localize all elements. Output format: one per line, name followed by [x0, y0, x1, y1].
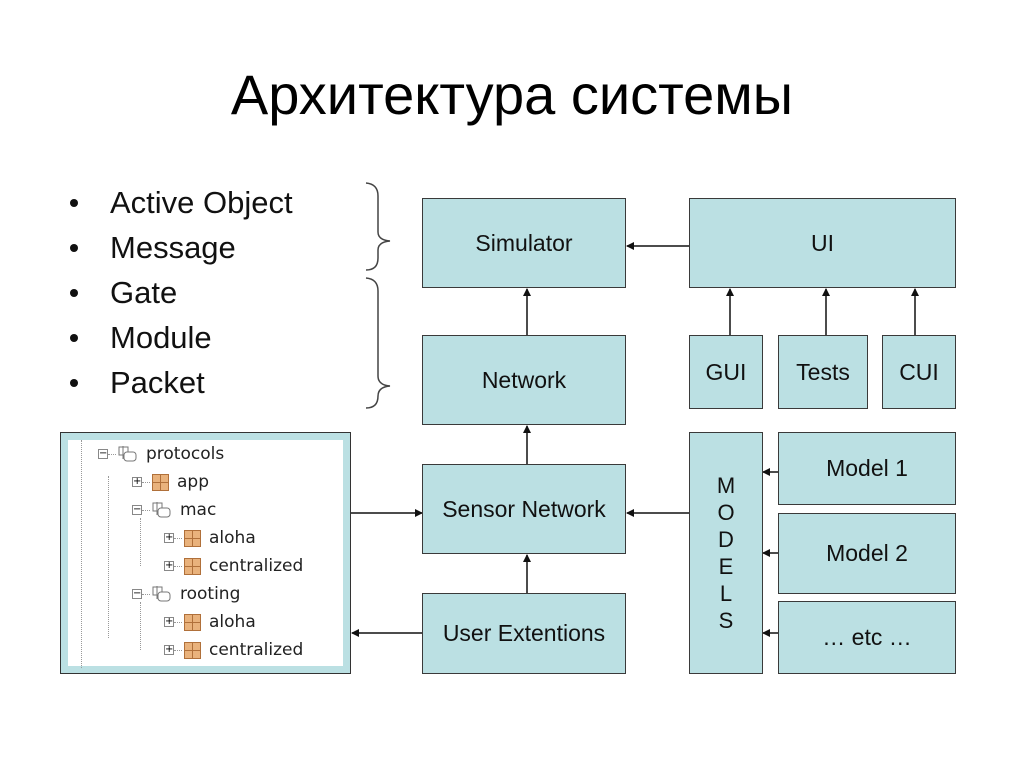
network-label: Network — [481, 366, 567, 393]
models-letter: L — [719, 581, 733, 606]
model2-label: Model 2 — [826, 540, 908, 566]
models-letter: M — [716, 473, 736, 498]
tree-node-label: centralized — [209, 640, 304, 660]
package-icon — [152, 585, 172, 603]
module-icon — [184, 529, 201, 547]
models-letter: S — [718, 608, 734, 633]
sensor-network-label: Sensor Network — [442, 495, 606, 522]
models-letter: D — [718, 527, 734, 552]
expand-icon[interactable]: + — [164, 561, 174, 571]
tree-node[interactable]: − mac — [132, 498, 216, 522]
tree-node[interactable]: + aloha — [164, 526, 256, 550]
tree-node-label: aloha — [209, 612, 256, 632]
package-icon — [118, 445, 138, 463]
collapse-icon[interactable]: − — [98, 449, 108, 459]
tree-node-label: app — [177, 472, 209, 492]
collapse-icon[interactable]: − — [132, 505, 142, 515]
ui-box: UI — [689, 198, 956, 288]
tree-connector — [174, 537, 182, 539]
tree-node-label: aloha — [209, 528, 256, 548]
collapse-icon[interactable]: − — [132, 589, 142, 599]
tree-connector — [174, 649, 182, 651]
brace-bottom — [365, 277, 391, 409]
etc-box: … etc … — [778, 601, 956, 674]
tree-node-label: rooting — [180, 584, 241, 604]
tree-connector — [142, 509, 150, 511]
sensor-network-box: Sensor Network — [422, 464, 626, 554]
model1-box: Model 1 — [778, 432, 956, 505]
tests-label: Tests — [796, 358, 850, 385]
module-tree-panel: − protocols + app − mac + aloha + centralized − roo… — [60, 432, 351, 674]
tree-node[interactable]: − protocols — [98, 442, 224, 466]
tree-guide — [81, 440, 82, 668]
module-icon — [152, 473, 169, 491]
tree-connector — [174, 565, 182, 567]
tests-box: Tests — [778, 335, 868, 409]
tree-guide — [140, 602, 141, 650]
tree-connector — [174, 621, 182, 623]
tree-node-label: protocols — [146, 444, 225, 464]
models-box: M O D E L S — [689, 432, 763, 674]
etc-label: … etc … — [822, 624, 912, 650]
tree-connector — [142, 481, 150, 483]
models-letter: E — [718, 554, 734, 579]
tree-connector — [108, 453, 116, 455]
cui-box: CUI — [882, 335, 956, 409]
expand-icon[interactable]: + — [164, 645, 174, 655]
tree-node[interactable]: + centralized — [164, 638, 303, 662]
model1-label: Model 1 — [826, 455, 908, 481]
ui-label: UI — [811, 229, 834, 256]
module-tree: − protocols + app − mac + aloha + centralized − roo… — [68, 440, 343, 668]
module-icon — [184, 613, 201, 631]
cui-label: CUI — [899, 358, 939, 385]
tree-node-label: centralized — [209, 556, 304, 576]
simulator-box: Simulator — [422, 198, 626, 288]
brace-top — [365, 182, 391, 271]
tree-node[interactable]: − rooting — [132, 582, 240, 606]
expand-icon[interactable]: + — [164, 533, 174, 543]
tree-node[interactable]: + centralized — [164, 554, 303, 578]
module-icon — [184, 557, 201, 575]
expand-icon[interactable]: + — [164, 617, 174, 627]
user-extentions-box: User Extentions — [422, 593, 626, 674]
simulator-label: Simulator — [475, 229, 573, 256]
module-icon — [184, 641, 201, 659]
model2-box: Model 2 — [778, 513, 956, 594]
expand-icon[interactable]: + — [132, 477, 142, 487]
gui-label: GUI — [705, 358, 747, 385]
gui-box: GUI — [689, 335, 763, 409]
network-box: Network — [422, 335, 626, 425]
models-letter: O — [717, 500, 735, 525]
tree-node[interactable]: + aloha — [164, 610, 256, 634]
package-icon — [152, 501, 172, 519]
user-extentions-label: User Extentions — [442, 620, 606, 646]
tree-connector — [142, 593, 150, 595]
tree-guide — [140, 518, 141, 566]
tree-node-label: mac — [180, 500, 217, 520]
tree-guide — [108, 476, 109, 638]
tree-node[interactable]: + app — [132, 470, 209, 494]
